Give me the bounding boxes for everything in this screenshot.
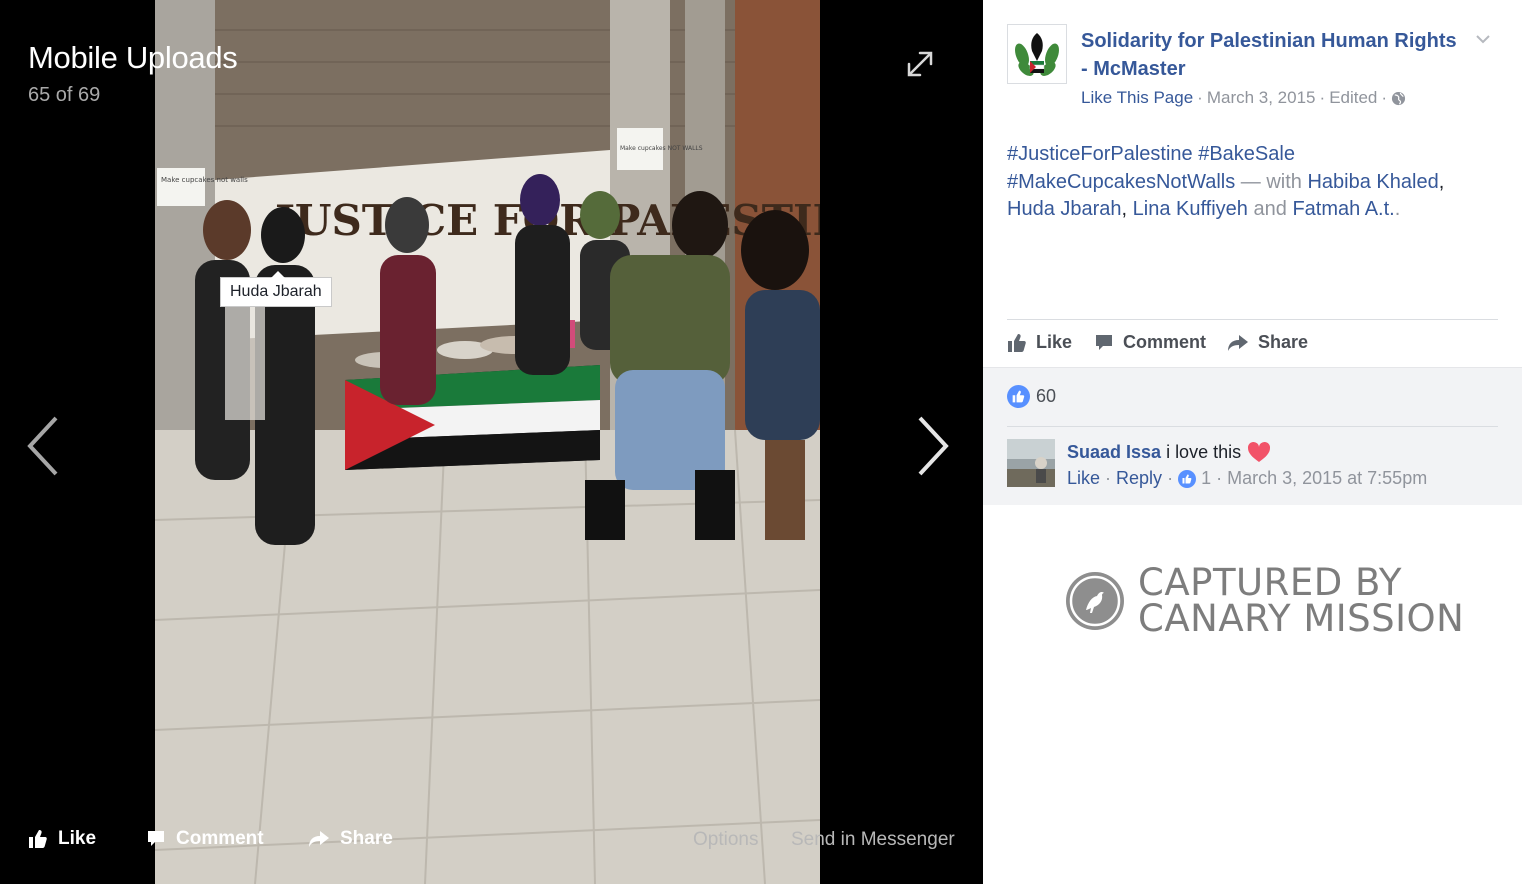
post-comment-button[interactable]: Comment	[1094, 332, 1206, 353]
viewer-action-bar: Like Comment Share Options Send in Messe…	[0, 822, 983, 858]
heart-icon	[1248, 441, 1271, 462]
viewer-comment-button[interactable]: Comment	[146, 828, 264, 850]
viewer-share-button[interactable]: Share	[308, 828, 393, 850]
viewer-comment-label: Comment	[176, 828, 264, 849]
viewer-options-link[interactable]: Options	[693, 829, 758, 851]
comment-icon	[1096, 334, 1112, 350]
comma: ,	[1121, 198, 1128, 220]
hashtag-link[interactable]: #MakeCupcakesNotWalls	[1007, 171, 1235, 193]
viewer-like-label: Like	[58, 828, 97, 849]
send-in-messenger-link[interactable]: Send in Messenger	[791, 829, 955, 851]
period: .	[1394, 198, 1401, 220]
post-share-button[interactable]: Share	[1227, 332, 1308, 353]
reaction-summary[interactable]: 60	[1007, 385, 1056, 408]
thumbs-up-icon	[29, 830, 47, 848]
divider	[1007, 426, 1498, 427]
watermark: CAPTURED BY CANARY MISSION	[1066, 561, 1465, 640]
canary-logo-icon	[1066, 572, 1124, 630]
photo-tag-label[interactable]: Huda Jbarah	[220, 271, 332, 307]
comment-meta: Like · Reply · 1 · March 3, 2015 at 7:55…	[1067, 468, 1427, 489]
meta-sep: ·	[1197, 88, 1203, 107]
post-comment-label: Comment	[1123, 332, 1207, 352]
page-name-link[interactable]: Solidarity for Palestinian Human Rights …	[1081, 27, 1461, 83]
post-meta: Like This Page · March 3, 2015 · Edited …	[1081, 88, 1406, 108]
photo-illustration: JUSTICE FOR PALESTINE Make cupcakes not …	[155, 0, 820, 884]
page-avatar[interactable]	[1007, 24, 1067, 84]
post-action-bar: Like Comment Share	[1007, 319, 1498, 367]
hashtag-link[interactable]: #BakeSale	[1198, 143, 1295, 165]
comment-author-link[interactable]: Suaad Issa	[1067, 442, 1161, 463]
meta-sep: ·	[1216, 468, 1223, 488]
share-icon	[1228, 334, 1248, 351]
viewer-like-button[interactable]: Like	[28, 828, 96, 850]
globe-icon[interactable]	[1391, 91, 1406, 106]
expand-icon[interactable]	[904, 48, 936, 80]
and-text: and	[1253, 198, 1287, 220]
comment-reply-link[interactable]: Reply	[1116, 468, 1162, 489]
comment-like-link[interactable]: Like	[1067, 468, 1100, 489]
photo[interactable]: JUSTICE FOR PALESTINE Make cupcakes not …	[155, 0, 820, 884]
post-like-button[interactable]: Like	[1007, 332, 1072, 353]
meta-sep: ·	[1381, 88, 1388, 107]
sign-right-text: Make cupcakes NOT WALLS	[620, 145, 703, 152]
thumbs-up-icon	[1008, 333, 1026, 352]
chevron-down-icon[interactable]	[1475, 32, 1491, 44]
post-share-label: Share	[1258, 332, 1309, 352]
post-text: #JusticeForPalestine #BakeSale #MakeCupc…	[1007, 141, 1497, 224]
like-reaction-icon[interactable]	[1178, 469, 1197, 488]
chevron-right-icon[interactable]	[912, 414, 952, 478]
watermark-text: CAPTURED BY CANARY MISSION	[1138, 561, 1465, 640]
hashtag-link[interactable]: #JusticeForPalestine	[1007, 143, 1193, 165]
avatar[interactable]	[1007, 439, 1055, 487]
comment-icon	[148, 831, 164, 846]
like-this-page-link[interactable]: Like This Page	[1081, 88, 1193, 108]
meta-sep: ·	[1319, 88, 1326, 107]
comment-like-count: 1	[1201, 468, 1212, 488]
meta-sep: ·	[1105, 468, 1112, 488]
comment-text: i love this	[1166, 441, 1242, 462]
comment-timestamp[interactable]: March 3, 2015 at 7:55pm	[1227, 468, 1427, 489]
tagged-person-link[interactable]: Huda Jbarah	[1007, 198, 1122, 220]
album-title[interactable]: Mobile Uploads	[28, 40, 238, 76]
post-like-label: Like	[1036, 332, 1073, 352]
photo-counter: 65 of 69	[28, 84, 101, 106]
comments-section: 60 Suaad Issa i love this Like · Reply ·	[983, 367, 1522, 505]
reaction-count: 60	[1036, 386, 1057, 406]
post-date[interactable]: March 3, 2015	[1207, 88, 1316, 108]
post-panel: Solidarity for Palestinian Human Rights …	[983, 0, 1522, 884]
meta-sep: ·	[1167, 468, 1174, 488]
photo-viewer: JUSTICE FOR PALESTINE Make cupcakes not …	[0, 0, 983, 884]
sign-left-text: Make cupcakes not walls	[161, 176, 248, 184]
chevron-left-icon[interactable]	[24, 414, 64, 478]
watermark-line: CAPTURED BY	[1138, 561, 1402, 604]
comma: ,	[1438, 170, 1445, 193]
tagged-person-link[interactable]: Lina Kuffiyeh	[1133, 198, 1248, 220]
watermark-line: CANARY MISSION	[1138, 597, 1465, 640]
tagged-person-link[interactable]: Fatmah A.t.	[1292, 198, 1394, 220]
like-reaction-icon	[1007, 385, 1030, 408]
with-text: — with	[1240, 170, 1302, 193]
edited-label[interactable]: Edited	[1329, 88, 1377, 108]
tagged-person-link[interactable]: Habiba Khaled	[1307, 171, 1438, 193]
viewer-share-label: Share	[340, 828, 393, 849]
share-icon	[309, 831, 329, 847]
comment-body: Suaad Issa i love this	[1067, 440, 1272, 464]
